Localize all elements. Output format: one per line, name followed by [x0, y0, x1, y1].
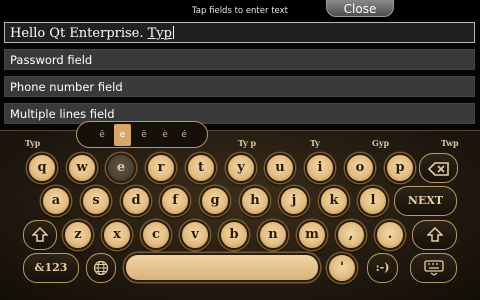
shift-key-right[interactable] [412, 220, 457, 250]
password-field[interactable]: Password field [4, 49, 475, 70]
text-fields-area: Hello Qt Enterprise. Typ Password field … [0, 20, 480, 130]
shift-arrow-icon [425, 226, 444, 242]
key-h[interactable]: h [240, 186, 270, 216]
apostrophe-key[interactable]: ' [327, 253, 357, 283]
key-a[interactable]: a [41, 186, 71, 216]
prediction-3[interactable]: Gyp [372, 136, 389, 150]
alt-char-1[interactable]: e [114, 124, 131, 146]
phone-number-field[interactable]: Phone number field [4, 76, 475, 97]
alternate-chars-popup: ē e ë è é [76, 121, 208, 148]
key-o[interactable]: o [345, 153, 375, 183]
symbols-key[interactable]: &123 [23, 253, 79, 283]
key-b[interactable]: b [219, 220, 249, 250]
smiley-key[interactable]: :-) [367, 253, 398, 283]
key-r[interactable]: r [146, 153, 176, 183]
backspace-icon [427, 162, 449, 176]
alt-char-3[interactable]: è [158, 128, 172, 142]
key-l[interactable]: l [358, 186, 388, 216]
key-c[interactable]: c [141, 220, 171, 250]
key-y[interactable]: y [226, 153, 256, 183]
alt-char-2[interactable]: ë [137, 128, 151, 142]
key-d[interactable]: d [121, 186, 151, 216]
language-key[interactable] [86, 253, 116, 283]
key-u[interactable]: u [265, 153, 295, 183]
key-w[interactable]: w [67, 153, 97, 183]
keyboard-hide-icon [423, 260, 444, 276]
current-word: Typ [147, 26, 172, 41]
top-bar: Tap fields to enter text Close [0, 0, 480, 20]
hint-text: Tap fields to enter text [192, 6, 288, 16]
key-z[interactable]: z [63, 220, 93, 250]
key-m[interactable]: m [297, 220, 327, 250]
hide-keyboard-key[interactable] [410, 253, 457, 283]
shift-arrow-icon [31, 226, 49, 242]
space-key[interactable] [124, 253, 320, 282]
key-t[interactable]: t [186, 153, 216, 183]
text-caret [172, 26, 174, 39]
key-x[interactable]: x [102, 220, 132, 250]
key-v[interactable]: v [180, 220, 210, 250]
key-period[interactable]: . [375, 220, 405, 250]
key-e[interactable]: e [106, 153, 136, 183]
key-p[interactable]: p [385, 153, 415, 183]
prediction-2[interactable]: Ty [310, 136, 320, 150]
prediction-0[interactable]: Typ [25, 136, 40, 150]
prediction-1[interactable]: Ty p [238, 136, 256, 150]
key-comma[interactable]: , [336, 220, 366, 250]
alt-char-4[interactable]: é [177, 128, 191, 142]
globe-icon [93, 260, 109, 276]
key-g[interactable]: g [200, 186, 230, 216]
key-f[interactable]: f [160, 186, 190, 216]
key-q[interactable]: q [27, 153, 57, 183]
key-i[interactable]: i [305, 153, 335, 183]
text-field-active[interactable]: Hello Qt Enterprise. Typ [4, 22, 475, 43]
next-key[interactable]: NEXT [394, 186, 457, 216]
close-button[interactable]: Close [326, 0, 394, 17]
multiline-field[interactable]: Multiple lines field [4, 103, 475, 124]
key-j[interactable]: j [279, 186, 309, 216]
shift-key-left[interactable] [23, 220, 57, 250]
key-n[interactable]: n [258, 220, 288, 250]
key-k[interactable]: k [319, 186, 349, 216]
alt-char-0[interactable]: ē [95, 128, 109, 142]
backspace-key[interactable] [419, 153, 458, 183]
key-s[interactable]: s [81, 186, 111, 216]
prediction-4[interactable]: Twp [441, 136, 459, 150]
typed-text: Hello Qt Enterprise. [10, 26, 148, 41]
